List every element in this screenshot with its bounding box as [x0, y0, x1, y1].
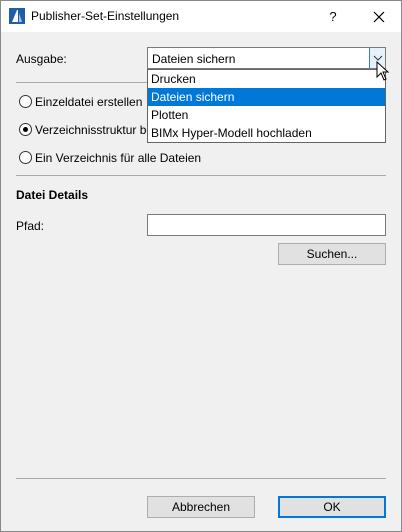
- path-label: Pfad:: [16, 219, 45, 233]
- radio-one-directory[interactable]: [19, 151, 32, 164]
- close-button[interactable]: [357, 1, 401, 32]
- close-icon: [373, 9, 385, 23]
- details-heading: Datei Details: [16, 188, 89, 202]
- radio-single-file[interactable]: [19, 95, 32, 108]
- radio-single-file-label: Einzeldatei erstellen: [35, 95, 143, 109]
- divider: [16, 82, 149, 83]
- output-select-value: Dateien sichern: [152, 52, 236, 66]
- dialog-window: Publisher-Set-Einstellungen ? Ausgabe: D…: [0, 0, 402, 532]
- dropdown-option-bimx[interactable]: BIMx Hyper-Modell hochladen: [148, 124, 385, 142]
- dropdown-option-drucken[interactable]: Drucken: [148, 70, 385, 88]
- ok-button[interactable]: OK: [278, 496, 386, 518]
- path-input[interactable]: [147, 214, 386, 236]
- divider: [16, 478, 386, 479]
- browse-button[interactable]: Suchen...: [278, 243, 386, 265]
- help-button[interactable]: ?: [313, 1, 353, 32]
- radio-directory-structure[interactable]: [19, 123, 32, 136]
- radio-one-directory-label: Ein Verzeichnis für alle Dateien: [35, 151, 202, 165]
- radio-directory-structure-label: Verzeichnisstruktur be: [35, 123, 154, 137]
- output-dropdown-list: Drucken Dateien sichern Plotten BIMx Hyp…: [147, 69, 386, 143]
- window-title: Publisher-Set-Einstellungen: [31, 9, 180, 23]
- archicad-logo-icon: [9, 8, 25, 24]
- output-select[interactable]: Dateien sichern: [147, 47, 386, 69]
- cancel-button[interactable]: Abbrechen: [147, 496, 255, 518]
- title-bar: Publisher-Set-Einstellungen ?: [1, 1, 401, 32]
- divider: [16, 175, 386, 176]
- mouse-cursor-icon: [376, 60, 390, 84]
- dropdown-option-plotten[interactable]: Plotten: [148, 106, 385, 124]
- output-label: Ausgabe:: [16, 52, 67, 66]
- dropdown-option-dateien-sichern[interactable]: Dateien sichern: [148, 88, 385, 106]
